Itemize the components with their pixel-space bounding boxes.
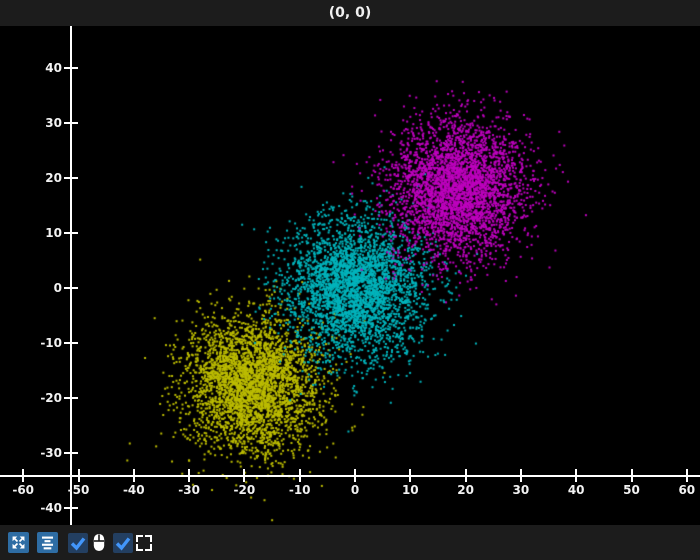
x-tick-label: 40: [567, 483, 585, 497]
x-tick-mark: [22, 469, 25, 482]
y-tick-mark: [64, 66, 78, 69]
checkmark-icon: [115, 536, 131, 551]
toolbar: [0, 525, 700, 560]
x-tick-label: -40: [122, 483, 145, 497]
y-tick-mark: [64, 397, 78, 400]
selection-corners-icon: [136, 534, 152, 551]
mouse-checkbox[interactable]: [68, 532, 88, 553]
y-tick-mark: [64, 452, 78, 455]
x-tick-mark: [243, 469, 246, 482]
x-tick-label: -10: [288, 483, 311, 497]
x-tick-label: -60: [12, 483, 35, 497]
x-tick-label: -20: [233, 483, 256, 497]
y-tick-mark: [64, 176, 78, 179]
x-tick-label: -30: [178, 483, 200, 497]
scatter-canvas[interactable]: [0, 26, 700, 525]
selection-checkbox[interactable]: [113, 532, 133, 553]
x-tick-mark: [464, 469, 467, 482]
x-tick-mark: [685, 469, 688, 482]
app-window: (0, 0) -60 -50 -40 -30 -20 -10 0 10 20 30 40 50 60 40…: [0, 0, 700, 560]
x-tick-mark: [354, 469, 356, 482]
y-tick-label: 0: [53, 281, 62, 295]
y-tick-label: -30: [40, 446, 62, 461]
y-tick-label: 20: [45, 170, 62, 185]
x-tick-mark: [575, 469, 578, 482]
fit-view-button[interactable]: [8, 532, 29, 553]
y-axis-line: [70, 26, 72, 525]
x-tick-mark: [630, 469, 633, 482]
x-tick-mark: [188, 469, 191, 482]
x-tick-label: 30: [512, 483, 530, 497]
expand-arrows-icon: [12, 536, 25, 549]
center-lines-button[interactable]: [37, 532, 58, 553]
x-tick-label: -50: [67, 483, 90, 497]
x-tick-mark: [132, 469, 135, 482]
y-tick-mark: [64, 287, 78, 289]
x-tick-mark: [77, 469, 80, 482]
y-tick-mark: [64, 121, 78, 124]
mouse-icon: [89, 532, 109, 554]
x-tick-mark: [519, 469, 522, 482]
center-lines-icon: [41, 536, 54, 550]
x-axis-line: [0, 475, 700, 477]
y-tick-label: 40: [45, 60, 62, 75]
plot-area[interactable]: -60 -50 -40 -30 -20 -10 0 10 20 30 40 50 60 40 30 20 10 0…: [0, 26, 700, 525]
y-tick-mark: [64, 231, 78, 234]
plot-title: (0, 0): [0, 0, 700, 26]
checkmark-icon: [70, 536, 86, 551]
x-tick-label: 60: [678, 483, 696, 497]
y-tick-label: 30: [45, 115, 62, 130]
y-tick-mark: [64, 342, 78, 345]
x-tick-mark: [409, 469, 412, 482]
x-tick-label: 10: [401, 483, 419, 497]
y-tick-label: -40: [40, 501, 62, 516]
x-tick-mark: [298, 469, 301, 482]
x-tick-label: 20: [457, 483, 474, 497]
y-tick-label: -10: [40, 336, 62, 351]
y-tick-mark: [64, 507, 78, 510]
x-tick-label: 50: [623, 483, 640, 497]
y-tick-label: 10: [45, 225, 62, 240]
x-tick-label: 0: [350, 483, 360, 497]
y-tick-label: -20: [40, 391, 62, 406]
